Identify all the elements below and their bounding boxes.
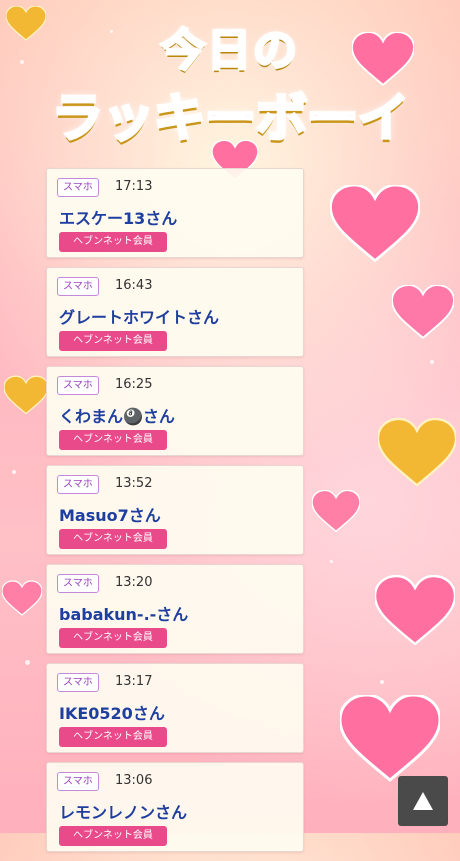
member-button[interactable]: ヘブンネット会員 [59,826,167,846]
device-badge: スマホ [57,277,99,296]
member-button[interactable]: ヘブンネット会員 [59,727,167,747]
list-item: スマホ 16:25 くわまん🎱さん ヘブンネット会員 [46,366,304,456]
sparkle [12,470,16,474]
list-item: スマホ 17:13 エスケー13さん ヘブンネット会員 [46,168,304,258]
visit-time: 13:52 [115,476,153,491]
user-name: グレートホワイトさん [59,308,220,327]
device-badge: スマホ [57,673,99,692]
visit-time: 13:20 [115,575,153,590]
device-badge: スマホ [57,376,99,395]
list-item: スマホ 13:52 Masuo7さん ヘブンネット会員 [46,465,304,555]
visit-time: 16:25 [115,377,153,392]
user-name: babakun-.-さん [59,605,189,624]
visit-time: 16:43 [115,278,153,293]
heart-icon [2,580,42,616]
device-badge: スマホ [57,574,99,593]
device-badge: スマホ [57,475,99,494]
member-button[interactable]: ヘブンネット会員 [59,628,167,648]
up-triangle-icon [413,792,433,810]
member-button[interactable]: ヘブンネット会員 [59,430,167,450]
user-name: レモンレノンさん [59,803,188,822]
member-button[interactable]: ヘブンネット会員 [59,529,167,549]
heart-icon [330,185,420,263]
heart-icon [392,285,454,340]
member-button[interactable]: ヘブンネット会員 [59,232,167,252]
device-badge: スマホ [57,178,99,197]
visit-time: 17:13 [115,179,153,194]
visit-time: 13:17 [115,674,153,689]
list-item: スマホ 16:43 グレートホワイトさん ヘブンネット会員 [46,267,304,357]
list-item: スマホ 13:06 レモンレノンさん ヘブンネット会員 [46,762,304,852]
heart-icon [4,375,48,415]
sparkle [25,660,30,665]
visit-time: 13:06 [115,773,153,788]
page-title-line2: ラッキーボーイ [50,88,411,151]
sparkle [430,360,434,364]
page-header: 今日の ラッキーボーイ [0,0,460,175]
list-item: スマホ 13:20 babakun-.-さん ヘブンネット会員 [46,564,304,654]
heart-icon [378,418,456,487]
heart-icon [312,490,360,533]
user-name: Masuo7さん [59,506,161,525]
user-name: くわまん🎱さん [59,407,175,426]
sparkle [330,560,333,563]
heart-icon [375,575,455,646]
page-title-line1: 今日の [160,24,299,78]
heart-icon [340,695,440,782]
user-name: エスケー13さん [59,209,178,228]
device-badge: スマホ [57,772,99,791]
member-button[interactable]: ヘブンネット会員 [59,331,167,351]
lucky-boy-list: スマホ 17:13 エスケー13さん ヘブンネット会員 スマホ 16:43 グレ… [46,168,304,861]
scroll-top-button[interactable] [398,776,448,826]
sparkle [380,680,384,684]
user-name: IKE0520さん [59,704,165,723]
list-item: スマホ 13:17 IKE0520さん ヘブンネット会員 [46,663,304,753]
